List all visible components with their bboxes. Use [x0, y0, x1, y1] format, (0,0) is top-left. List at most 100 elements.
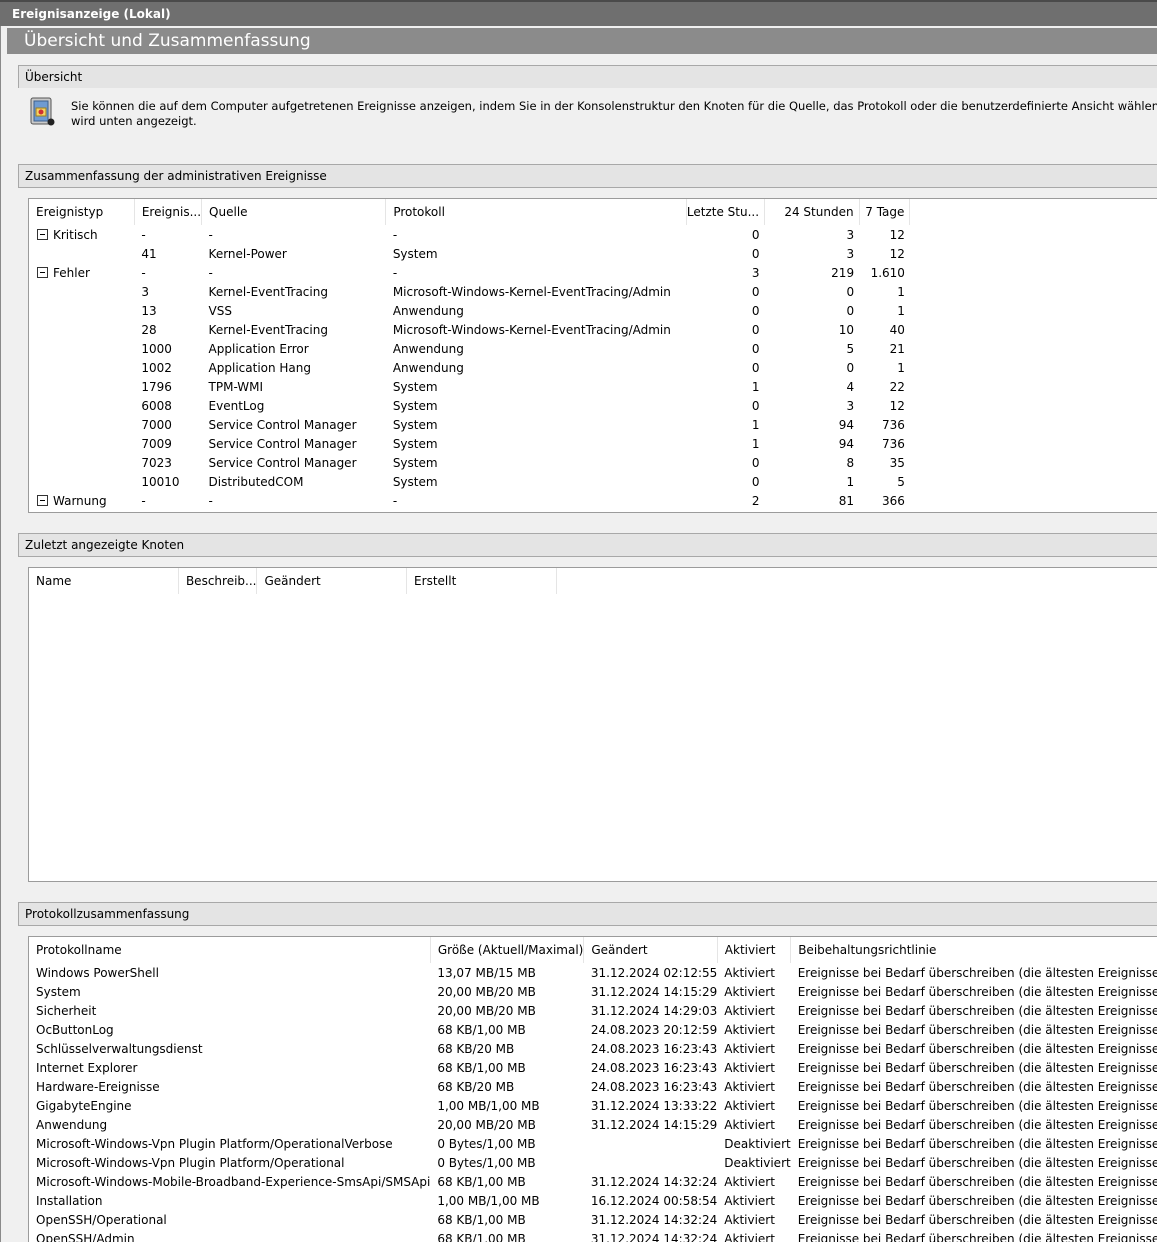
column-header-beibehaltungsrichtlinie[interactable]: Beibehaltungsrichtlinie	[791, 937, 1157, 963]
column-header-beschreibung[interactable]: Beschreib...	[178, 568, 258, 594]
cell-protokoll: System	[392, 417, 438, 432]
cell-ereignistyp	[29, 415, 134, 434]
table-row[interactable]: 10010 DistributedCOM System 0 1 5	[29, 472, 1157, 491]
column-header-filler	[556, 568, 1157, 594]
table-row[interactable]: 41 Kernel-Power System 0 3 12	[29, 244, 1157, 263]
recent-nodes-header[interactable]: Zuletzt angezeigte Knoten	[18, 533, 1157, 557]
cell-letzte-stunde: 0	[751, 303, 760, 318]
overview-header[interactable]: Übersicht	[18, 65, 1157, 89]
cell-protokollname: OpenSSH/Admin	[36, 1231, 135, 1242]
admin-summary-section: Zusammenfassung der administrativen Erei…	[18, 164, 1157, 188]
cell-protokollname: System	[36, 984, 81, 999]
recent-nodes-panel: Name Beschreib... Geändert Erstellt	[28, 567, 1157, 882]
cell-letzte-stunde: 0	[751, 398, 760, 413]
cell-ereignistyp	[29, 282, 134, 301]
column-header-ereignistyp[interactable]: Ereignistyp	[29, 199, 135, 225]
cell-groesse: 68 KB/20 MB	[437, 1079, 515, 1094]
cell-groesse: 20,00 MB/20 MB	[437, 984, 536, 999]
cell-protokollname: Hardware-Ereignisse	[36, 1079, 160, 1094]
table-row[interactable]: 7000 Service Control Manager System 1 94 736	[29, 415, 1157, 434]
column-header-protokollname[interactable]: Protokollname	[29, 937, 431, 963]
table-row[interactable]: 1002 Application Hang Anwendung 0 0 1	[29, 358, 1157, 377]
table-row[interactable]: 1000 Application Error Anwendung 0 5 21	[29, 339, 1157, 358]
column-header-ereignis-id[interactable]: Ereignis...	[134, 199, 203, 225]
table-row[interactable]: OcButtonLog 68 KB/1,00 MB 24.08.2023 20:12…	[29, 1020, 1157, 1039]
cell-protokollname: Sicherheit	[36, 1003, 97, 1018]
column-header-protokoll[interactable]: Protokoll	[385, 199, 687, 225]
table-row[interactable]: 1796 TPM-WMI System 1 4 22	[29, 377, 1157, 396]
cell-ereignistyp	[29, 396, 134, 415]
cell-ereignistyp	[29, 358, 134, 377]
cell-geaendert: 16.12.2024 00:58:54	[590, 1193, 718, 1208]
table-row[interactable]: Microsoft-Windows-Vpn Plugin Platform/Op…	[29, 1153, 1157, 1172]
cell-7-tage: 35	[889, 455, 905, 470]
table-row[interactable]: Sicherheit 20,00 MB/20 MB 31.12.2024 14:29…	[29, 1001, 1157, 1020]
column-header-quelle[interactable]: Quelle	[201, 199, 387, 225]
cell-beibehaltungsrichtlinie: Ereignisse bei Bedarf überschreiben (die…	[797, 1022, 1157, 1037]
cell-protokollname: Schlüsselverwaltungsdienst	[36, 1041, 203, 1056]
table-row[interactable]: 7009 Service Control Manager System 1 94 736	[29, 434, 1157, 453]
column-header-24-stunden[interactable]: 24 Stunden	[764, 199, 860, 225]
cell-filler	[910, 453, 1157, 472]
table-row[interactable]: Anwendung 20,00 MB/20 MB 31.12.2024 14:15:…	[29, 1115, 1157, 1134]
cell-aktiviert: Aktiviert	[724, 1098, 775, 1113]
column-header-erstellt[interactable]: Erstellt	[406, 568, 557, 594]
column-header-geaendert[interactable]: Geändert	[256, 568, 408, 594]
log-summary-header[interactable]: Protokollzusammenfassung	[18, 902, 1157, 926]
overview-body: Sie können die auf dem Computer aufgetre…	[18, 88, 1157, 154]
cell-quelle: DistributedCOM	[208, 474, 304, 489]
table-group-row[interactable]: Fehler - - - 3 219 1.610	[29, 263, 1157, 282]
table-row[interactable]: Internet Explorer 68 KB/1,00 MB 24.08.2023…	[29, 1058, 1157, 1077]
table-row[interactable]: 6008 EventLog System 0 3 12	[29, 396, 1157, 415]
cell-quelle: Kernel-Power	[208, 246, 287, 261]
table-row[interactable]: 13 VSS Anwendung 0 0 1	[29, 301, 1157, 320]
collapse-icon[interactable]	[37, 266, 48, 278]
table-row[interactable]: Hardware-Ereignisse 68 KB/20 MB 24.08.2023…	[29, 1077, 1157, 1096]
column-header-letzte-stunde[interactable]: Letzte Stu...	[686, 199, 766, 225]
table-row[interactable]: Installation 1,00 MB/1,00 MB 16.12.2024 00…	[29, 1191, 1157, 1210]
collapse-icon[interactable]	[37, 494, 48, 506]
cell-geaendert: 24.08.2023 16:23:43	[590, 1079, 718, 1094]
cell-protokoll: Anwendung	[392, 360, 464, 375]
table-row[interactable]: GigabyteEngine 1,00 MB/1,00 MB 31.12.2024 …	[29, 1096, 1157, 1115]
table-row[interactable]: OpenSSH/Admin 68 KB/1,00 MB 31.12.2024 14:…	[29, 1229, 1157, 1242]
table-group-row[interactable]: Kritisch - - - 0 3 12	[29, 225, 1157, 244]
table-group-row[interactable]: Warnung - - - 2 81 366	[29, 491, 1157, 510]
table-row[interactable]: 3 Kernel-EventTracing Microsoft-Windows-Ke…	[29, 282, 1157, 301]
column-header-aktiviert[interactable]: Aktiviert	[717, 937, 792, 963]
table-row[interactable]: Windows PowerShell 13,07 MB/15 MB 31.12.20…	[29, 963, 1157, 982]
cell-geaendert	[584, 1134, 717, 1153]
cell-aktiviert: Aktiviert	[724, 1041, 775, 1056]
cell-groesse: 68 KB/20 MB	[437, 1041, 515, 1056]
column-header-name[interactable]: Name	[29, 568, 179, 594]
cell-aktiviert: Deaktiviert	[724, 1136, 791, 1151]
column-header-7-tage[interactable]: 7 Tage	[859, 199, 911, 225]
cell-24-stunden: 94	[838, 417, 855, 432]
cell-protokoll: -	[392, 227, 398, 242]
table-row[interactable]: 7023 Service Control Manager System 0 8 35	[29, 453, 1157, 472]
table-row[interactable]: Microsoft-Windows-Vpn Plugin Platform/Op…	[29, 1134, 1157, 1153]
cell-7-tage: 1	[897, 303, 905, 318]
table-row[interactable]: System 20,00 MB/20 MB 31.12.2024 14:15:29 A…	[29, 982, 1157, 1001]
cell-protokoll: -	[392, 265, 398, 280]
table-row[interactable]: Schlüsselverwaltungsdienst 68 KB/20 MB 24.…	[29, 1039, 1157, 1058]
cell-24-stunden: 3	[846, 227, 855, 242]
column-header-groesse[interactable]: Größe (Aktuell/Maximal)	[430, 937, 585, 963]
page-title: Übersicht und Zusammenfassung	[7, 28, 1157, 54]
cell-aktiviert: Deaktiviert	[724, 1155, 791, 1170]
collapse-icon[interactable]	[37, 228, 48, 240]
cell-geaendert	[584, 1153, 717, 1172]
cell-letzte-stunde: 0	[751, 227, 760, 242]
cell-ereignistyp: Fehler	[29, 263, 134, 282]
cell-letzte-stunde: 1	[751, 436, 760, 451]
table-row[interactable]: 28 Kernel-EventTracing Microsoft-Windows-K…	[29, 320, 1157, 339]
admin-summary-header-row: Ereignistyp Ereignis... Quelle Protokoll…	[29, 199, 1157, 225]
table-row[interactable]: Microsoft-Windows-Mobile-Broadband-Exper…	[29, 1172, 1157, 1191]
column-header-geaendert[interactable]: Geändert	[583, 937, 718, 963]
cell-protokollname: OcButtonLog	[36, 1022, 114, 1037]
cell-quelle: Service Control Manager	[208, 417, 357, 432]
admin-summary-header[interactable]: Zusammenfassung der administrativen Erei…	[18, 164, 1157, 188]
cell-ereignis-id: 6008	[141, 398, 172, 413]
table-row[interactable]: OpenSSH/Operational 68 KB/1,00 MB 31.12.20…	[29, 1210, 1157, 1229]
cell-aktiviert: Aktiviert	[724, 1022, 775, 1037]
